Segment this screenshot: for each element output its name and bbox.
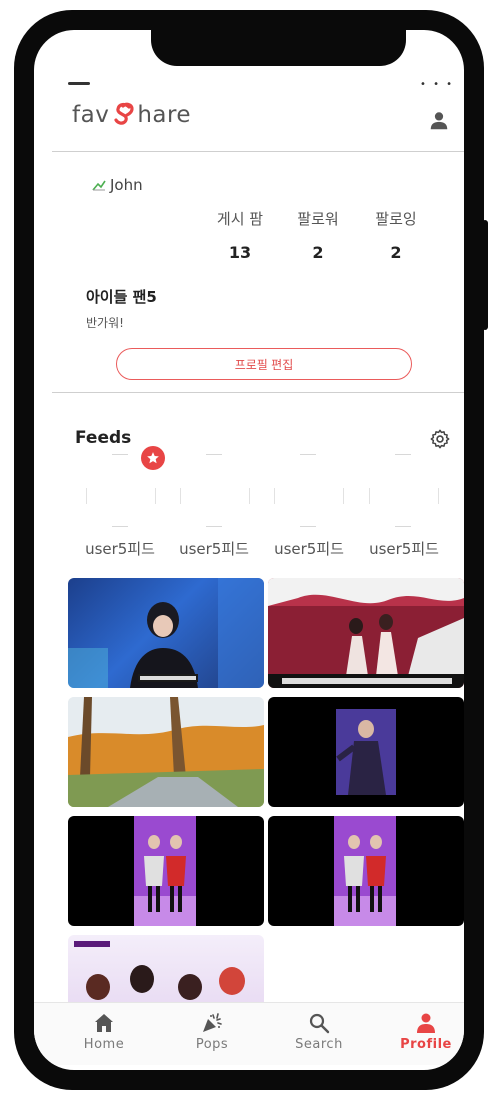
gear-icon[interactable] <box>429 428 451 450</box>
tab-profile[interactable]: Profile <box>386 1011 464 1052</box>
story-label: user5피드 <box>179 540 249 558</box>
feed-thumbnail[interactable] <box>68 816 264 926</box>
story-item[interactable] <box>274 450 344 530</box>
home-icon <box>95 1014 113 1032</box>
avatar-alt-text: John <box>110 176 143 194</box>
feed-thumbnail[interactable] <box>68 935 264 1005</box>
stat-value: 2 <box>312 243 324 262</box>
tab-label: Profile <box>400 1037 452 1052</box>
status-bar-right: • • • <box>420 79 455 90</box>
stat-posts[interactable]: 게시 팜 13 <box>200 208 280 262</box>
tab-label: Pops <box>195 1037 229 1052</box>
stat-value: 2 <box>390 243 402 262</box>
stat-followers[interactable]: 팔로워 2 <box>278 208 358 262</box>
stat-label: 팔로잉 <box>375 210 417 228</box>
app-screen: • • • fav hare John 게시 팜 13 팔로워 2 팔로잉 2 … <box>34 30 464 1070</box>
tab-label: Search <box>295 1037 343 1052</box>
feed-thumbnail[interactable] <box>68 578 264 688</box>
account-icon[interactable] <box>428 110 450 132</box>
stat-value: 13 <box>228 243 252 262</box>
story-item[interactable] <box>369 450 439 530</box>
status-bar-left <box>68 82 90 85</box>
star-badge-icon <box>141 446 165 470</box>
stat-label: 팔로워 <box>297 210 339 228</box>
heart-s-logo-icon <box>114 102 134 125</box>
phone-notch <box>151 30 406 66</box>
tab-label: Home <box>83 1037 125 1052</box>
app-header: fav hare <box>34 90 464 150</box>
feed-thumbnail[interactable] <box>268 578 464 688</box>
logo-text-right: hare <box>137 102 192 128</box>
stat-label: 게시 팜 <box>216 210 264 228</box>
story-label: user5피드 <box>85 540 155 558</box>
feed-thumbnail[interactable] <box>268 816 464 926</box>
edit-profile-button[interactable]: 프로필 편집 <box>116 348 412 380</box>
story-item[interactable] <box>180 450 250 530</box>
bottom-tab-bar: Home Pops Search Profile <box>34 1002 464 1065</box>
story-label: user5피드 <box>369 540 439 558</box>
feeds-title: Feeds <box>75 428 132 448</box>
phone-frame: • • • fav hare John 게시 팜 13 팔로워 2 팔로잉 2 … <box>14 10 488 1090</box>
story-label: user5피드 <box>274 540 344 558</box>
profile-display-name: 아이들 팬5 <box>86 288 157 306</box>
logo-text-left: fav <box>72 102 110 128</box>
phone-side-button <box>482 220 488 330</box>
profile-divider <box>52 392 464 393</box>
avatar[interactable]: John <box>92 176 143 194</box>
person-icon <box>417 1013 435 1033</box>
header-divider <box>52 151 464 152</box>
profile-bio: 반가워! <box>86 316 124 330</box>
feed-thumbnail[interactable] <box>68 697 264 807</box>
broken-image-icon <box>92 180 106 191</box>
feed-thumbnail[interactable] <box>268 697 464 807</box>
search-icon <box>309 1013 330 1034</box>
tab-pops[interactable]: Pops <box>172 1011 252 1052</box>
tab-home[interactable]: Home <box>64 1011 144 1052</box>
party-popper-icon <box>203 1013 222 1032</box>
tab-search[interactable]: Search <box>279 1011 359 1052</box>
app-logo[interactable]: fav hare <box>72 102 191 128</box>
stat-following[interactable]: 팔로잉 2 <box>356 208 436 262</box>
